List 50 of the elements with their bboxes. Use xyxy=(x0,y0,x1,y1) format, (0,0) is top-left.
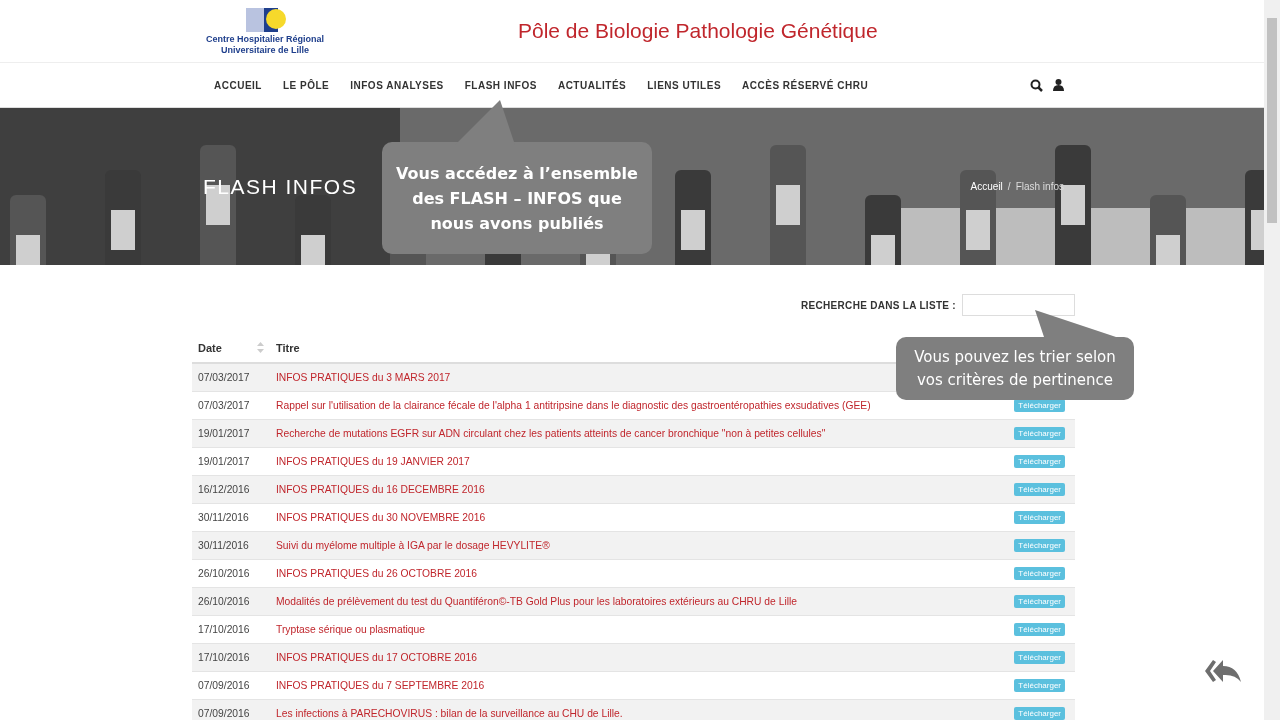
sort-icon xyxy=(257,342,264,353)
breadcrumb-separator: / xyxy=(1007,181,1011,192)
title-link[interactable]: INFOS PRATIQUES du 26 OCTOBRE 2016 xyxy=(276,568,478,579)
logo-text: Centre Hospitalier Régional xyxy=(206,34,324,45)
nav-link[interactable]: LIENS UTILES xyxy=(647,79,722,91)
logo-text: Universitaire de Lille xyxy=(220,45,309,56)
title-link[interactable]: Modalités de prélèvement du test du Quantiféron©-TB Gold Plus pour les laboratoires extérieurs au CHRU de Lille xyxy=(276,596,797,607)
title-link[interactable]: Tryptase sérique ou plasmatique xyxy=(276,624,425,635)
back-icon[interactable] xyxy=(1205,658,1241,684)
date-cell-text: 19/01/2017 xyxy=(197,456,251,467)
date-cell-text: 17/10/2016 xyxy=(197,624,251,635)
nav-link[interactable]: ACTUALITÉS xyxy=(557,79,627,91)
search-field[interactable] xyxy=(962,294,1075,316)
date-cell-text: 30/11/2016 xyxy=(197,512,250,523)
nav-link[interactable]: ACCUEIL xyxy=(214,79,262,91)
nav-link[interactable]: LE PÔLE xyxy=(282,79,330,91)
date-cell-text: 26/10/2016 xyxy=(197,596,251,607)
title-link[interactable]: INFOS PRATIQUES du 3 MARS 2017 xyxy=(276,372,451,383)
title-link[interactable]: Recherche de mutations EGFR sur ADN circulant chez les patients atteints de cancer bronchique "non à petites cellules" xyxy=(276,428,826,439)
search-label: RECHERCHE DANS LA LISTE : xyxy=(801,299,956,311)
site-title: Pôle de Biologie Pathologie Génétique xyxy=(518,19,878,43)
title-link[interactable]: INFOS PRATIQUES du 19 JANVIER 2017 xyxy=(276,456,470,467)
title-link[interactable]: Rappel sur l'utilisation de la clairance fécale de l'alpha 1 antitripsine dans le diagnostic des gastroentéropathies exsudatives (GEE) xyxy=(276,400,871,411)
breadcrumb-link[interactable]: Accueil xyxy=(970,181,1003,192)
date-cell-text: 19/01/2017 xyxy=(197,428,251,439)
column-header[interactable]: Date xyxy=(192,341,270,354)
title-link[interactable]: Les infections à PARECHOVIRUS : bilan de la surveillance au CHU de Lille. xyxy=(276,708,623,719)
date-cell-text: 30/11/2016 xyxy=(197,540,250,551)
user-icon[interactable] xyxy=(1053,78,1064,91)
date-cell-text: 26/10/2016 xyxy=(197,568,251,579)
title-link[interactable]: INFOS PRATIQUES du 30 NOVEMBRE 2016 xyxy=(276,512,486,523)
callout-tooltip: Vous pouvez les trier selon vos critères de pertinence xyxy=(896,310,1134,400)
date-cell-text: 16/12/2016 xyxy=(197,484,251,495)
date-cell-text: 07/03/2017 xyxy=(197,400,251,411)
title-link[interactable]: INFOS PRATIQUES du 16 DECEMBRE 2016 xyxy=(276,484,485,495)
nav-link[interactable]: INFOS ANALYSES xyxy=(350,79,444,91)
column-header[interactable]: Titre xyxy=(270,341,300,354)
date-cell-text: 07/03/2017 xyxy=(197,372,251,383)
scrollbar-thumb[interactable] xyxy=(1267,18,1277,223)
title-link[interactable]: Suivi du myélome multiple à IGA par le dosage HEVYLITE® xyxy=(276,540,550,551)
title-link[interactable]: INFOS PRATIQUES du 17 OCTOBRE 2016 xyxy=(276,652,478,663)
date-cell-text: 17/10/2016 xyxy=(197,652,251,663)
nav-link[interactable]: ACCÈS RÉSERVÉ CHRU xyxy=(742,79,869,91)
nav-link[interactable]: FLASH INFOS xyxy=(464,79,537,91)
title-link[interactable]: INFOS PRATIQUES du 7 SEPTEMBRE 2016 xyxy=(276,680,485,691)
date-cell-text: 07/09/2016 xyxy=(197,708,251,719)
callout-tooltip: Vous accédez à l’ensemble des FLASH – INFOS que nous avons publiés xyxy=(382,100,652,254)
search-icon[interactable] xyxy=(1030,78,1043,92)
page-title: FLASH INFOS xyxy=(203,174,358,199)
date-cell-text: 07/09/2016 xyxy=(197,680,251,691)
